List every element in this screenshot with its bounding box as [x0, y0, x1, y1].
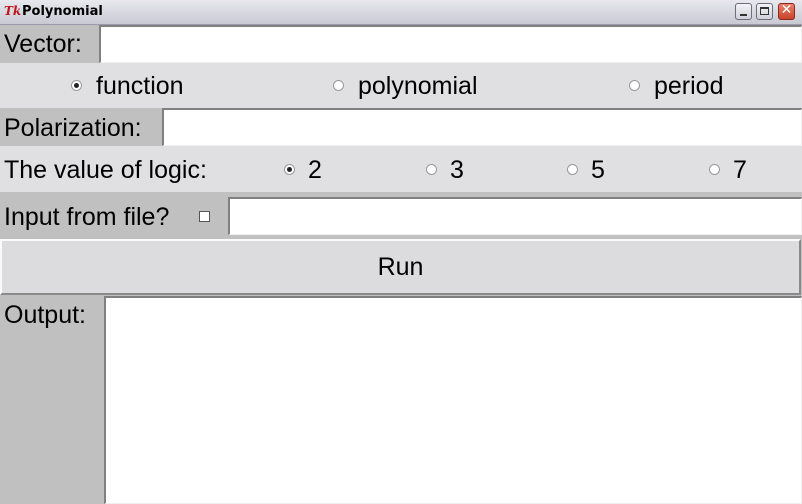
file-path-input[interactable]: [228, 197, 802, 235]
maximize-button[interactable]: [756, 3, 773, 20]
run-button[interactable]: Run: [0, 239, 801, 295]
mode-radio-group: function polynomial period: [0, 63, 802, 108]
vector-row: Vector:: [0, 25, 802, 63]
title-bar[interactable]: Tk Polynomial ✕: [0, 0, 802, 25]
vector-input[interactable]: [99, 25, 802, 63]
tk-logo-icon: Tk: [4, 4, 22, 18]
output-label: Output:: [4, 301, 86, 329]
output-textarea[interactable]: [104, 296, 802, 504]
file-input-row: Input from file?: [0, 192, 802, 239]
radio-logic-5-label[interactable]: 5: [591, 155, 605, 185]
logic-radio-group: The value of logic: 2 3 5 7: [0, 146, 802, 192]
maximize-icon: [760, 7, 769, 15]
input-from-file-checkbox[interactable]: [199, 211, 210, 222]
radio-logic-3[interactable]: [426, 164, 437, 175]
polarization-label: Polarization:: [4, 114, 142, 142]
logic-label: The value of logic:: [4, 156, 207, 184]
radio-logic-2-label[interactable]: 2: [308, 155, 322, 185]
radio-period[interactable]: [629, 80, 640, 91]
minimize-button[interactable]: [735, 3, 752, 20]
radio-period-label[interactable]: period: [654, 71, 724, 101]
radio-logic-7[interactable]: [709, 164, 720, 175]
radio-selected-dot: [287, 167, 292, 172]
vector-label: Vector:: [4, 30, 82, 58]
radio-polynomial-label[interactable]: polynomial: [358, 71, 478, 101]
radio-logic-2[interactable]: [284, 164, 295, 175]
polarization-input[interactable]: [162, 108, 802, 146]
polarization-row: Polarization:: [0, 108, 802, 146]
radio-logic-5[interactable]: [567, 164, 578, 175]
radio-function-label[interactable]: function: [96, 71, 184, 101]
file-input-label: Input from file?: [4, 203, 170, 231]
radio-polynomial[interactable]: [333, 80, 344, 91]
app-window: Tk Polynomial ✕ Vector: function polynom…: [0, 0, 802, 504]
window-title: Polynomial: [22, 4, 103, 19]
close-button[interactable]: ✕: [778, 2, 795, 20]
radio-logic-7-label[interactable]: 7: [733, 155, 747, 185]
radio-function[interactable]: [71, 80, 82, 91]
radio-selected-dot: [74, 83, 79, 88]
close-icon: ✕: [780, 2, 793, 18]
minimize-icon: [740, 14, 747, 16]
radio-logic-3-label[interactable]: 3: [450, 155, 464, 185]
